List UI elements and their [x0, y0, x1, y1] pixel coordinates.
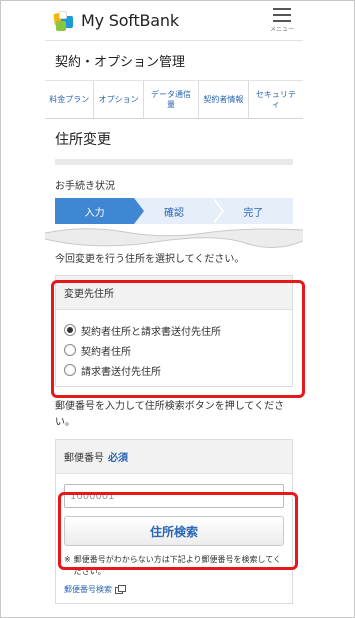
external-window-icon	[115, 585, 126, 594]
required-badge: 必須	[108, 453, 128, 464]
menu-button[interactable]: メニュー	[267, 8, 297, 33]
menu-label: メニュー	[269, 26, 294, 33]
page-title: 契約・オプション管理	[45, 41, 303, 81]
note-mark: ※	[64, 555, 71, 564]
address-box-title: 変更先住所	[56, 276, 292, 310]
radio-billing-address[interactable]: 請求書送付先住所	[64, 360, 284, 380]
radio-label: 請求書送付先住所	[81, 366, 161, 378]
tab-option[interactable]: オプション	[94, 81, 144, 118]
step-complete: 完了	[213, 198, 293, 224]
radio-contract-address[interactable]: 契約者住所	[64, 340, 284, 360]
note-text: 郵便番号がわからない方は下記より郵便番号を検索してください。	[73, 555, 282, 576]
step-confirm: 確認	[134, 198, 225, 224]
app-header: My SoftBank メニュー	[45, 1, 303, 41]
screenshot-frame: My SoftBank メニュー 契約・オプション管理 料金プラン オプション …	[0, 0, 355, 618]
tab-bar: 料金プラン オプション データ通信量 契約者情報 セキュリティ	[45, 81, 303, 119]
section-heading: 住所変更	[55, 132, 111, 148]
zip-note: ※ 郵便番号がわからない方は下記より郵便番号を検索してください。	[64, 554, 284, 578]
zip-body: 1000001 住所検索 ※ 郵便番号がわからない方は下記より郵便番号を検索して…	[56, 474, 292, 603]
torn-divider	[44, 225, 304, 251]
zip-lookup-label: 郵便番号検索	[64, 585, 112, 594]
step-input: 入力	[55, 198, 145, 224]
progress-steps: 入力 確認 完了	[55, 198, 293, 224]
zip-label: 郵便番号	[64, 453, 104, 464]
address-search-button[interactable]: 住所検索	[64, 516, 284, 546]
radio-label: 契約者住所	[81, 346, 131, 358]
zip-box-title: 郵便番号 必須	[56, 440, 292, 474]
radio-both-addresses[interactable]: 契約者住所と請求書送付先住所	[64, 320, 284, 340]
brand-title: My SoftBank	[81, 11, 179, 30]
radio-unselected-icon	[64, 344, 76, 356]
zip-instruction: 郵便番号を入力して住所検索ボタンを押してください。	[55, 401, 285, 428]
zip-box: 郵便番号 必須 1000001 住所検索 ※ 郵便番号がわからない方は下記より郵便…	[55, 439, 293, 604]
tab-security[interactable]: セキュリティ	[249, 81, 303, 118]
tab-plan[interactable]: 料金プラン	[45, 81, 95, 118]
address-select-box: 変更先住所 契約者住所と請求書送付先住所 契約者住所 請求書送付先住所	[55, 275, 293, 387]
radio-label: 契約者住所と請求書送付先住所	[81, 326, 221, 338]
radio-selected-icon	[64, 324, 76, 336]
phone-screen: My SoftBank メニュー 契約・オプション管理 料金プラン オプション …	[44, 1, 304, 617]
hamburger-icon	[273, 8, 291, 22]
radio-unselected-icon	[64, 364, 76, 376]
tab-contract-info[interactable]: 契約者情報	[199, 81, 249, 118]
progress-label: お手続き状況	[55, 181, 115, 192]
softbank-logo[interactable]	[53, 10, 75, 32]
address-radio-group: 契約者住所と請求書送付先住所 契約者住所 請求書送付先住所	[56, 310, 292, 386]
tab-data-usage[interactable]: データ通信量	[144, 81, 200, 118]
zip-lookup-link[interactable]: 郵便番号検索	[64, 584, 284, 595]
form-area: 今回変更を行う住所を選択してください。 変更先住所 契約者住所と請求書送付先住所…	[45, 244, 303, 617]
zip-input[interactable]: 1000001	[64, 484, 284, 508]
